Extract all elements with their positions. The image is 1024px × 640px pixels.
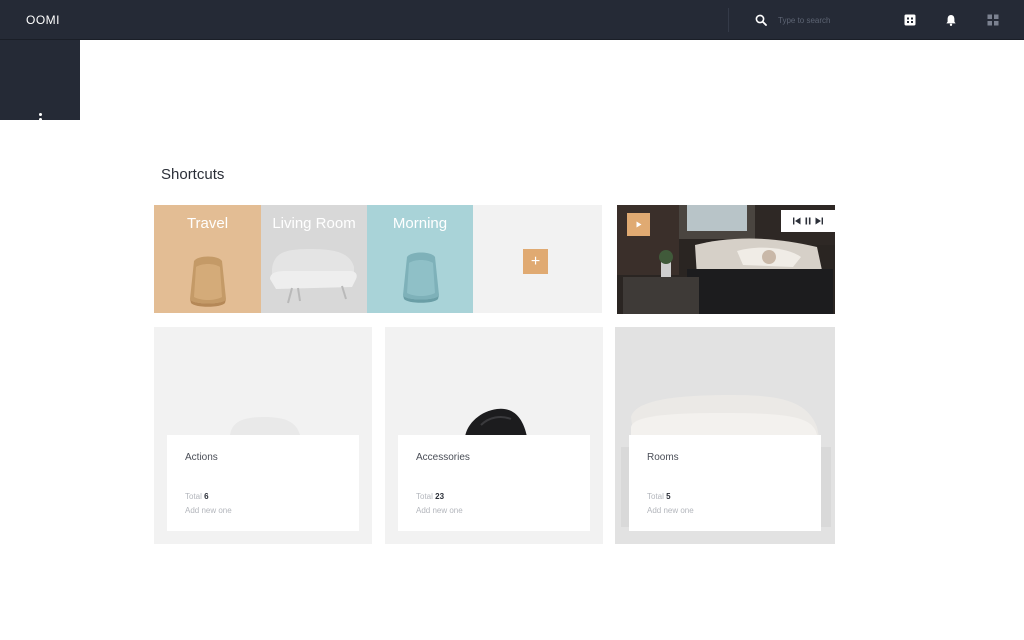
calendar-icon[interactable] xyxy=(903,13,917,27)
card-rooms[interactable]: Rooms Total 5 Add new one xyxy=(615,327,835,544)
bell-icon[interactable] xyxy=(944,13,958,27)
chair-image xyxy=(190,256,226,307)
add-new-link[interactable]: Add new one xyxy=(416,506,463,515)
brand-logo[interactable]: OOMI xyxy=(26,13,60,27)
play-button[interactable] xyxy=(627,213,650,236)
section-title-shortcuts: Shortcuts xyxy=(161,166,225,183)
card-panel: Rooms Total 5 Add new one xyxy=(629,435,821,531)
card-total-value: 6 xyxy=(204,492,209,501)
accessory-image xyxy=(465,408,527,437)
player-controls xyxy=(781,210,835,232)
top-divider xyxy=(728,8,729,32)
card-actions[interactable]: Actions Total 6 Add new one xyxy=(154,327,372,544)
add-new-link[interactable]: Add new one xyxy=(185,506,232,515)
card-total-value: 23 xyxy=(435,492,445,501)
card-panel: Accessories Total 23 Add new one xyxy=(398,435,590,531)
card-total: Total 5 xyxy=(647,492,671,501)
previous-icon[interactable] xyxy=(792,216,802,226)
top-bar: OOMI xyxy=(0,0,1024,40)
card-panel: Actions Total 6 Add new one xyxy=(167,435,359,531)
chair-image xyxy=(403,252,439,303)
shortcut-tile-living-room[interactable]: Living Room xyxy=(261,205,367,313)
sidebar-toggle[interactable] xyxy=(0,40,80,126)
shortcut-label: Living Room xyxy=(272,215,356,232)
pause-icon[interactable] xyxy=(803,216,813,226)
card-title: Accessories xyxy=(416,452,470,463)
play-icon xyxy=(636,221,642,228)
shortcut-tile-morning[interactable]: Morning xyxy=(367,205,473,313)
apps-grid-icon[interactable] xyxy=(986,13,1000,27)
card-title: Rooms xyxy=(647,452,679,463)
card-total: Total 6 xyxy=(185,492,209,501)
sofa-image xyxy=(270,249,357,304)
video-player[interactable] xyxy=(617,205,835,314)
shortcut-label: Travel xyxy=(186,215,229,232)
add-shortcut-button[interactable]: + xyxy=(523,249,548,274)
shortcut-tile-travel[interactable]: Travel xyxy=(154,205,261,313)
card-title: Actions xyxy=(185,452,218,463)
search-input[interactable] xyxy=(778,12,868,28)
search-icon[interactable] xyxy=(755,14,767,26)
add-new-link[interactable]: Add new one xyxy=(647,506,694,515)
card-total: Total 23 xyxy=(416,492,445,501)
card-accessories[interactable]: Accessories Total 23 Add new one xyxy=(385,327,603,544)
shortcut-label: Morning xyxy=(392,215,448,232)
next-icon[interactable] xyxy=(814,216,824,226)
kebab-menu-icon xyxy=(37,113,43,129)
card-total-value: 5 xyxy=(666,492,671,501)
